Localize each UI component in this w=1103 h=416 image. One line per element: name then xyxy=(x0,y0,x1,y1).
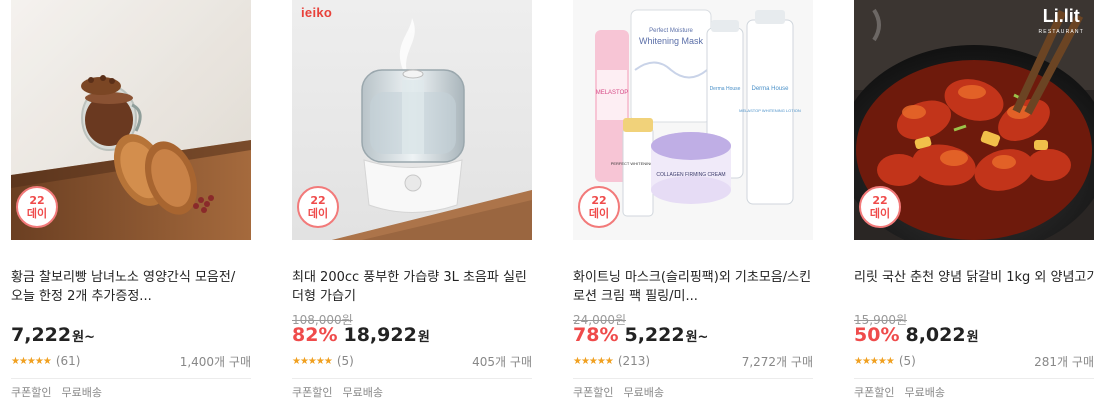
divider xyxy=(292,378,532,379)
day-badge-label: 데이 xyxy=(307,207,329,220)
22-day-badge: 22 데이 xyxy=(16,186,58,228)
rating-row: ★★★★★ (5) 405개 구매 xyxy=(292,353,532,369)
brand-logo: Li.lit RESTAURANT xyxy=(1038,6,1084,40)
purchase-count: 405개 구매 xyxy=(472,354,532,369)
coupon-discount-tag: 쿠폰할인 xyxy=(292,386,333,399)
brand-subtitle: RESTAURANT xyxy=(1038,29,1084,35)
day-badge-number: 22 xyxy=(872,194,888,207)
product-title[interactable]: 최대 200cc 풍부한 가습량 3L 초음파 실린더형 가습기 xyxy=(292,268,532,306)
product-image[interactable]: Li.lit RESTAURANT 22 데이 xyxy=(854,0,1094,240)
22-day-badge: 22 데이 xyxy=(578,186,620,228)
coupon-discount-tag: 쿠폰할인 xyxy=(11,386,52,399)
benefit-tags: 쿠폰할인 무료배송 xyxy=(573,384,664,400)
price-row: 50% 8,022 원 xyxy=(854,324,979,350)
free-shipping-tag: 무료배송 xyxy=(623,386,664,399)
price-unit: 원~ xyxy=(72,330,95,345)
product-card[interactable]: ieiko 22 데이 최대 200cc 풍부한 가습량 3L 초음파 실린더형… xyxy=(292,0,532,416)
coupon-discount-tag: 쿠폰할인 xyxy=(573,386,614,399)
benefit-tags: 쿠폰할인 무료배송 xyxy=(292,384,383,400)
purchase-count: 1,400개 구매 xyxy=(179,354,251,369)
brand-logo: ieiko xyxy=(301,5,333,20)
discount-rate: 50% xyxy=(854,324,900,346)
svg-text:Whitening Mask: Whitening Mask xyxy=(639,36,704,46)
price-row: 78% 5,222 원~ xyxy=(573,324,708,350)
sale-price: 18,922 xyxy=(343,324,417,346)
purchase-count: 281개 구매 xyxy=(1034,354,1094,369)
discount-rate: 82% xyxy=(292,324,338,346)
price-row: 82% 18,922 원 xyxy=(292,324,430,350)
review-count: (5) xyxy=(898,354,916,368)
product-title[interactable]: 황금 찰보리빵 남녀노소 영양간식 모음전/ 오늘 한정 2개 추가증정... xyxy=(11,268,251,306)
product-card[interactable]: Li.lit RESTAURANT 22 데이 리릿 국산 춘천 양념 닭갈비 … xyxy=(854,0,1094,416)
day-badge-label: 데이 xyxy=(869,207,891,220)
brand-name: Li.lit xyxy=(1042,6,1080,26)
free-shipping-tag: 무료배송 xyxy=(61,386,102,399)
divider xyxy=(11,378,251,379)
rating-row: ★★★★★ (213) 7,272개 구매 xyxy=(573,353,813,369)
divider xyxy=(854,378,1094,379)
discount-rate: 78% xyxy=(573,324,619,346)
svg-text:Derma House: Derma House xyxy=(751,86,789,92)
star-rating-icon: ★★★★★ xyxy=(292,355,333,367)
svg-text:Derma House: Derma House xyxy=(710,86,741,92)
product-title[interactable]: 리릿 국산 춘천 양념 닭갈비 1kg 외 양념고기 xyxy=(854,268,1094,287)
benefit-tags: 쿠폰할인 무료배송 xyxy=(11,384,102,400)
product-title[interactable]: 화이트닝 마스크(슬리핑팩)외 기초모음/스킨로션 크림 팩 필링/미... xyxy=(573,268,813,306)
purchase-count: 7,272개 구매 xyxy=(741,354,813,369)
product-image[interactable]: ieiko 22 데이 xyxy=(292,0,532,240)
rating-row: ★★★★★ (61) 1,400개 구매 xyxy=(11,353,251,369)
price-unit: 원 xyxy=(417,330,430,345)
coupon-discount-tag: 쿠폰할인 xyxy=(854,386,895,399)
sale-price: 7,222 xyxy=(11,324,72,346)
product-grid: 22 데이 황금 찰보리빵 남녀노소 영양간식 모음전/ 오늘 한정 2개 추가… xyxy=(0,0,1103,416)
star-rating-icon: ★★★★★ xyxy=(11,355,52,367)
review-count: (213) xyxy=(617,354,651,368)
22-day-badge: 22 데이 xyxy=(297,186,339,228)
product-card[interactable]: 22 데이 황금 찰보리빵 남녀노소 영양간식 모음전/ 오늘 한정 2개 추가… xyxy=(11,0,251,416)
price-unit: 원 xyxy=(966,330,979,345)
price-row: 7,222 원~ xyxy=(11,324,95,350)
free-shipping-tag: 무료배송 xyxy=(342,386,383,399)
sale-price: 8,022 xyxy=(905,324,966,346)
product-image[interactable]: 22 데이 xyxy=(11,0,251,240)
product-image[interactable]: Perfect Moisture Whitening Mask MELASTOP… xyxy=(573,0,813,240)
review-count: (61) xyxy=(55,354,81,368)
day-badge-number: 22 xyxy=(310,194,326,207)
22-day-badge: 22 데이 xyxy=(859,186,901,228)
benefit-tags: 쿠폰할인 무료배송 xyxy=(854,384,945,400)
product-card[interactable]: Perfect Moisture Whitening Mask MELASTOP… xyxy=(573,0,813,416)
svg-text:MELASTOP WHITENING LOTION: MELASTOP WHITENING LOTION xyxy=(739,108,801,113)
rating-row: ★★★★★ (5) 281개 구매 xyxy=(854,353,1094,369)
svg-text:MELASTOP: MELASTOP xyxy=(596,90,629,96)
day-badge-number: 22 xyxy=(591,194,607,207)
day-badge-label: 데이 xyxy=(588,207,610,220)
day-badge-label: 데이 xyxy=(26,207,48,220)
review-count: (5) xyxy=(336,354,354,368)
svg-text:COLLAGEN FIRMING CREAM: COLLAGEN FIRMING CREAM xyxy=(656,172,725,178)
star-rating-icon: ★★★★★ xyxy=(573,355,614,367)
sale-price: 5,222 xyxy=(624,324,685,346)
star-rating-icon: ★★★★★ xyxy=(854,355,895,367)
svg-text:Perfect Moisture: Perfect Moisture xyxy=(649,28,693,34)
day-badge-number: 22 xyxy=(29,194,45,207)
divider xyxy=(573,378,813,379)
price-unit: 원~ xyxy=(685,330,709,345)
free-shipping-tag: 무료배송 xyxy=(904,386,945,399)
